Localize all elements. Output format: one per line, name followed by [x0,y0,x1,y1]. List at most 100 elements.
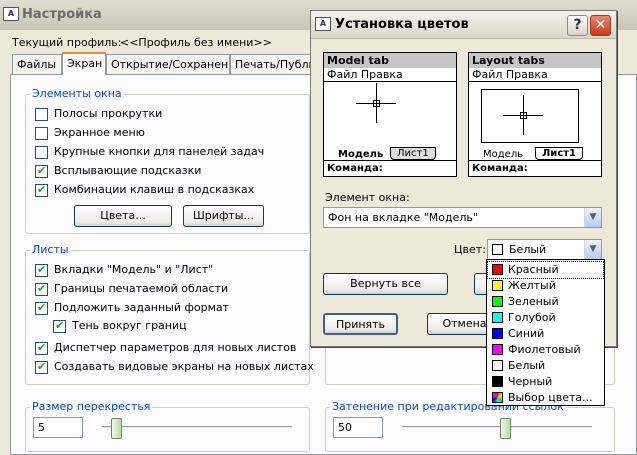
white-swatch [492,360,503,371]
colors-button[interactable]: Цвета... [74,205,172,227]
color-option-cyan[interactable]: Голубой [488,310,603,326]
paper-shadow-checkbox[interactable] [53,319,66,333]
layout-pickbox-icon [520,112,527,119]
tooltips-checkbox[interactable] [35,164,48,178]
crosshair-slider-thumb[interactable] [110,418,122,439]
dialog-title-bar: A Установка цветов ? ✕ [311,11,616,39]
color-label: Цвет: [454,243,486,256]
model-pickbox-icon [373,100,380,107]
layout-tab-preview: Layout tabs Файл Правка Модель Лист1 Ком… [468,52,602,177]
paper-background-label: Подложить заданный формат [54,301,230,314]
layout-preview-menu: Файл Правка [469,68,601,82]
shortcut-keys-label: Комбинации клавиш в подсказках [54,183,255,196]
tooltips-label: Всплывающие подсказки [54,164,202,177]
color-option-label: Голубой [508,311,556,324]
layout-paper [481,89,579,143]
crosshair-size-input[interactable]: 5 [33,417,83,438]
restore-all-button[interactable]: Вернуть все [323,273,448,295]
close-button[interactable]: ✕ [590,15,611,36]
xref-fade-slider[interactable] [402,426,592,429]
color-option-red[interactable]: Красный [487,261,604,279]
layout-tab-label: Лист1 [390,147,436,160]
model-layout-tabs-checkbox[interactable] [35,263,48,277]
cyan-swatch [492,312,503,323]
xref-fade-slider-thumb[interactable] [500,418,512,439]
layout-command-line: Команда: [472,163,528,174]
color-option-label: Фиолетовый [508,343,581,356]
color-option-label: Выбор цвета... [508,391,593,404]
model-tab-label: Модель [338,149,384,160]
color-option-label: Черный [508,375,553,388]
crosshair-size-title: Размер перекрестья [30,400,153,413]
paper-background-checkbox[interactable] [35,301,48,315]
window-element-dropdown[interactable]: Фон на вкладке "Модель" ▼ [323,207,602,228]
color-option-label: Синий [508,327,545,340]
chevron-down-icon[interactable]: ▼ [584,240,601,259]
color-option-black[interactable]: Черный [488,374,603,390]
scrollbars-checkbox[interactable] [35,108,48,121]
color-swatch [492,244,503,255]
page-setup-manager-label: Диспетчер параметров для новых листов [54,341,297,354]
color-option-blue[interactable]: Синий [488,326,603,342]
color-options-list: Красный Желтый Зеленый Голубой Синий Фио… [486,259,605,406]
tab-plot-publish[interactable]: Печать/Публи [230,54,315,74]
model-preview-header: Model tab [324,53,456,68]
color-option-label: Желтый [508,279,556,292]
screen-menu-label: Экранное меню [54,126,145,139]
model-preview-menu: Файл Правка [324,68,456,82]
window-element-value: Фон на вкладке "Модель" [328,211,478,224]
page-setup-manager-checkbox[interactable] [35,341,48,355]
window-element-label: Элемент окна: [325,191,410,204]
create-viewport-label: Создавать видовые экраны на новых листах [54,360,314,373]
layout-preview-header: Layout tabs [469,53,601,68]
large-buttons-label: Крупные кнопки для панелей задач [54,145,265,158]
printable-area-label: Границы печатаемой области [54,282,229,295]
color-wheel-icon [492,392,503,403]
black-swatch [492,376,503,387]
paper-shadow-label: Тень вокруг границ [72,319,187,332]
color-option-green[interactable]: Зеленый [488,294,603,310]
dialog-title: Установка цветов [335,17,469,32]
screen-menu-checkbox[interactable] [35,127,48,140]
tab-open-save[interactable]: Открытие/Сохранение [106,54,230,74]
fonts-button[interactable]: Шрифты... [183,205,264,227]
color-option-yellow[interactable]: Желтый [488,278,603,294]
color-option-label: Зеленый [508,295,559,308]
tab-files[interactable]: Файлы [12,54,62,74]
color-option-white[interactable]: Белый [488,358,603,374]
layout-model-tab-label: Модель [483,149,524,160]
create-viewport-checkbox[interactable] [35,360,48,374]
layout-tab-strip: Модель Лист1 [469,147,601,161]
layout-sheet-tab-label: Лист1 [535,147,583,160]
tab-display[interactable]: Экран [62,52,106,75]
yellow-swatch [492,280,503,291]
blue-swatch [492,328,503,339]
large-buttons-checkbox[interactable] [35,146,48,159]
red-swatch [492,264,503,275]
dialog-app-icon: A [315,17,331,31]
model-layout-tabs-label: Вкладки "Модель" и "Лист" [54,263,214,276]
accept-button[interactable]: Принять [323,313,398,335]
magenta-swatch [492,344,503,355]
color-value: Белый [509,243,547,256]
green-swatch [492,296,503,307]
app-icon: A [3,7,19,21]
xref-fade-input[interactable]: 50 [333,417,383,438]
help-button[interactable]: ? [567,15,588,36]
model-tab-preview: Model tab Файл Правка Модель Лист1 Коман… [323,52,457,177]
color-option-magenta[interactable]: Фиолетовый [488,342,603,358]
layout-elements-title: Листы [30,243,71,256]
model-tab-strip: Модель Лист1 [324,147,456,161]
profile-value: <<Профиль без имени>> [120,36,272,49]
chevron-down-icon[interactable]: ▼ [584,208,601,227]
color-option-select-color[interactable]: Выбор цвета... [488,390,603,406]
scrollbars-label: Полосы прокрутки [54,107,163,120]
color-option-label: Красный [508,263,559,276]
options-title: Настройка [22,7,102,22]
color-option-label: Белый [508,359,546,372]
printable-area-checkbox[interactable] [35,282,48,296]
crosshair-size-slider[interactable] [102,426,292,429]
color-dropdown[interactable]: Белый ▼ [487,239,602,260]
shortcut-keys-checkbox[interactable] [35,183,48,197]
profile-label: Текущий профиль: [12,36,122,49]
